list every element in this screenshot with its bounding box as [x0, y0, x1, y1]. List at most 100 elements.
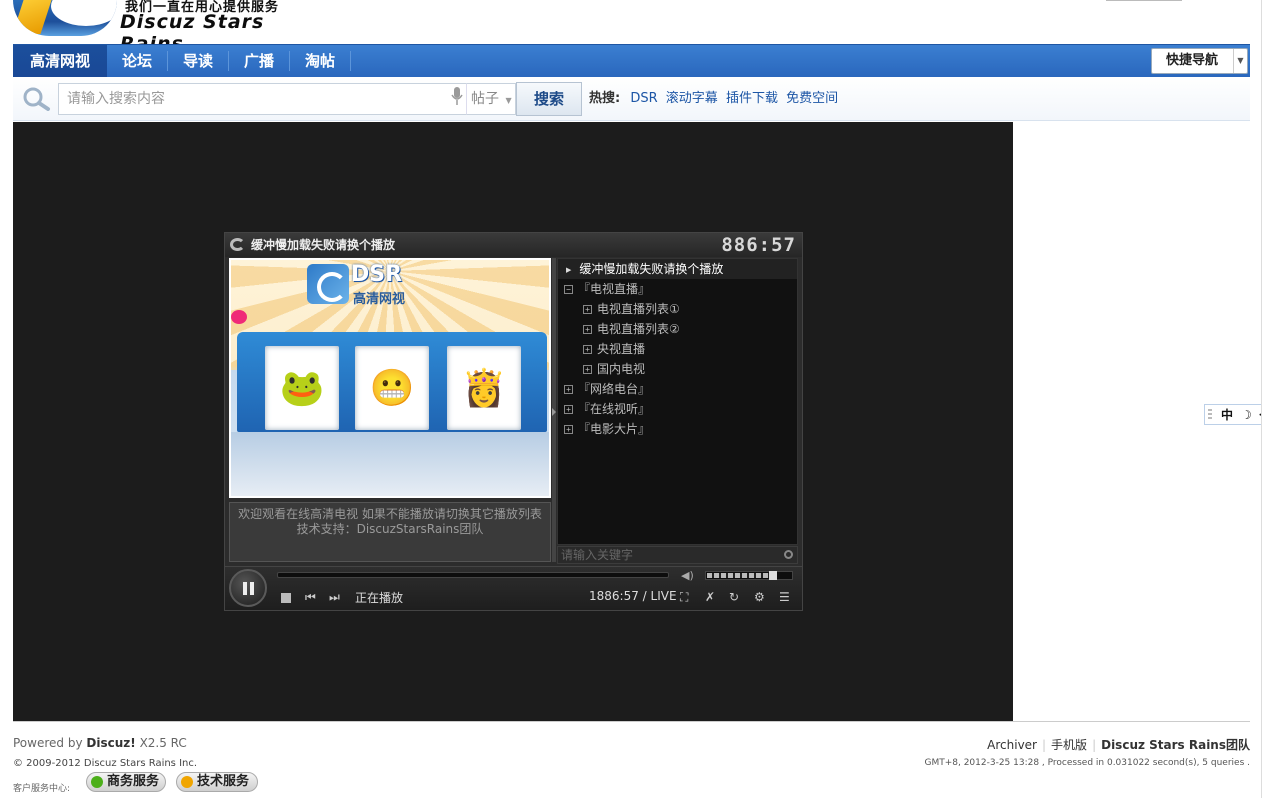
player-controls: ◀) ⏮ ⏭ 正在播放 1886:57 / LIVE ⛶ ✗ ↻ ⚙ ☰ [225, 566, 802, 610]
logo-emblem [13, 0, 117, 36]
stop-button[interactable] [281, 593, 291, 603]
playlist-group[interactable]: + 国内电视 [558, 359, 645, 379]
playlist-group-label: 『在线视听』 [578, 402, 651, 416]
tech-service-button[interactable]: 技术服务 [176, 772, 258, 792]
hot-search-term[interactable]: 免费空间 [786, 91, 838, 106]
collapse-arrow-icon [552, 408, 556, 416]
playlist-group[interactable]: − 『电视直播』 [558, 279, 650, 299]
caption-line: 欢迎观看在线高清电视 如果不能播放请切换其它播放列表 [238, 507, 542, 521]
ime-mode[interactable]: 中 [1221, 406, 1233, 424]
playlist-group[interactable]: + 『电影大片』 [558, 419, 650, 439]
playlist-toggle-icon[interactable]: ☰ [779, 590, 790, 604]
quick-nav-button[interactable]: 快捷导航 ▼ [1151, 48, 1248, 74]
tech-service-label: 技术服务 [197, 774, 250, 789]
search-placeholder: 请输入搜索内容 [67, 91, 165, 107]
player-caption: 欢迎观看在线高清电视 如果不能播放请切换其它播放列表 技术支持：DiscuzSt… [229, 502, 551, 562]
search-type-select[interactable]: 帖子 ▼ [466, 83, 516, 115]
playlist-group-label: 央视直播 [597, 342, 646, 356]
archiver-link[interactable]: Archiver [987, 738, 1037, 752]
footer-divider [13, 721, 1250, 722]
hot-search-label: 热搜: [589, 91, 621, 106]
hot-search-term[interactable]: 滚动字幕 [666, 91, 718, 106]
search-button[interactable]: 搜索 [516, 82, 582, 116]
playlist-group-label: 电视直播列表① [597, 302, 680, 316]
playback-status: 正在播放 [355, 591, 404, 605]
speaker-icon[interactable]: ◀) [681, 569, 694, 582]
nav-divider [350, 51, 351, 71]
playlist-group[interactable]: + 『网络电台』 [558, 379, 650, 399]
pause-button[interactable] [229, 569, 267, 607]
nav-item-collection[interactable]: 淘帖 [290, 45, 350, 77]
expand-icon: + [583, 305, 592, 314]
playlist-group[interactable]: + 『在线视听』 [558, 399, 650, 419]
playlist-group-label: 电视直播列表② [597, 322, 680, 336]
moon-icon[interactable]: ☽ [1241, 406, 1252, 424]
nav-item-guide[interactable]: 导读 [168, 45, 228, 77]
volume-fill [707, 573, 770, 578]
powered-by: Powered by Discuz! X2.5 RC [13, 736, 187, 750]
playlist-group-label: 『网络电台』 [578, 382, 651, 396]
refresh-icon[interactable]: ↻ [729, 590, 739, 604]
business-service-label: 商务服务 [107, 774, 160, 789]
hot-search-term[interactable]: DSR [630, 91, 657, 106]
onion-icon: 😬 [355, 346, 429, 430]
playback-time: 1886:57 / LIVE [589, 589, 677, 603]
powered-prefix: Powered by [13, 736, 83, 750]
status-dot-icon [91, 776, 103, 788]
mobile-link[interactable]: 手机版 [1051, 738, 1087, 752]
hot-search-term[interactable]: 插件下载 [726, 91, 778, 106]
playlist-group-label: 『电视直播』 [578, 282, 651, 296]
site-logo[interactable]: 我们一直在用心提供服务 Discuz Stars Rains [13, 0, 313, 55]
search-icon [784, 550, 793, 559]
seek-bar[interactable] [277, 572, 669, 578]
panel-splitter[interactable] [552, 258, 556, 562]
hot-search: 热搜: DSR 滚动字幕 插件下载 免费空间 [589, 77, 842, 121]
chevron-down-icon: ▼ [505, 96, 512, 105]
share-icon[interactable]: ✗ [705, 590, 715, 604]
search-bar: 请输入搜索内容 帖子 ▼ 搜索 热搜: DSR 滚动字幕 插件下载 免费空间 [13, 77, 1250, 121]
playlist-group[interactable]: + 电视直播列表② [558, 319, 680, 339]
powered-brand-link[interactable]: Discuz! [86, 736, 135, 750]
expand-icon: + [583, 345, 592, 354]
expand-icon: + [564, 405, 573, 414]
business-service-button[interactable]: 商务服务 [86, 772, 166, 792]
playlist-group[interactable]: + 央视直播 [558, 339, 645, 359]
footer-links: Archiver | 手机版 | Discuz Stars Rains团队 [987, 738, 1250, 752]
channel-logo-text: DSR [351, 262, 403, 287]
playlist-group-label: 『电影大片』 [578, 422, 651, 436]
volume-knob[interactable] [769, 571, 777, 580]
page: 我们一直在用心提供服务 Discuz Stars Rains 高清网视 论坛 导… [0, 0, 1281, 798]
nav-item-broadcast[interactable]: 广播 [229, 45, 289, 77]
nav-item-hdtv[interactable]: 高清网视 [13, 45, 107, 77]
playlist-group-label: 国内电视 [597, 362, 646, 376]
playlist-search-input[interactable]: 请输入关键字 [557, 546, 798, 564]
nav-item-forum[interactable]: 论坛 [107, 45, 167, 77]
drag-handle-icon[interactable] [1208, 409, 1212, 421]
microphone-icon[interactable] [451, 86, 463, 106]
previous-icon[interactable]: ⏮ [305, 590, 316, 604]
window-scrollbar[interactable] [1261, 0, 1281, 798]
powered-version: X2.5 RC [139, 736, 187, 750]
volume-slider[interactable] [705, 571, 793, 580]
top-divider [1106, 0, 1182, 1]
status-dot-icon [181, 776, 193, 788]
playlist-group[interactable]: + 电视直播列表① [558, 299, 680, 319]
chevron-down-icon: ▼ [1233, 49, 1247, 73]
gear-icon[interactable]: ⚙ [754, 590, 765, 604]
fullscreen-icon[interactable]: ⛶ [680, 590, 688, 604]
player-title: 缓冲慢加载失败请换个播放 [251, 238, 396, 252]
slot-machine-image: 🐸 😬 👸 [237, 332, 547, 432]
video-screen[interactable]: DSR 高清网视 🐸 😬 👸 [229, 258, 551, 498]
search-input[interactable]: 请输入搜索内容 [58, 83, 468, 115]
next-icon[interactable]: ⏭ [329, 590, 340, 604]
main-nav: 高清网视 论坛 导读 广播 淘帖 快捷导航 ▼ [13, 44, 1250, 77]
playlist-item-label: 缓冲慢加载失败请换个播放 [579, 262, 724, 276]
princess-icon: 👸 [447, 346, 521, 430]
channel-logo: DSR 高清网视 [307, 262, 417, 308]
search-type-value: 帖子 [471, 91, 499, 107]
expand-icon: + [564, 425, 573, 434]
playlist-item[interactable]: ▶ 缓冲慢加载失败请换个播放 [558, 259, 797, 279]
expand-icon: + [583, 365, 592, 374]
team-link[interactable]: Discuz Stars Rains团队 [1101, 738, 1250, 752]
copyright: © 2009-2012 Discuz Stars Rains Inc. [13, 758, 198, 769]
